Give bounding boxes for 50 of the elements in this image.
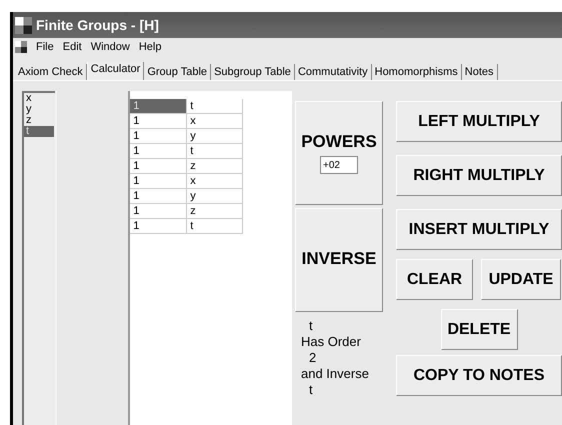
- app-logo-icon: [15, 40, 27, 52]
- list-item[interactable]: z: [24, 115, 54, 126]
- table-cell: 1: [130, 174, 188, 189]
- table-cell: y: [187, 189, 244, 204]
- app-logo-icon: [15, 16, 32, 34]
- tab[interactable]: Calculator: [86, 62, 144, 80]
- power-field[interactable]: +02: [320, 156, 358, 174]
- result-text: t: [308, 318, 314, 334]
- insert-multiply-button[interactable]: INSERT MULTIPLY: [396, 209, 562, 250]
- clear-button[interactable]: CLEAR: [396, 259, 473, 300]
- menu-item[interactable]: Edit: [62, 40, 82, 52]
- copy-to-notes-button[interactable]: COPY TO NOTES: [396, 355, 562, 396]
- delete-button[interactable]: DELETE: [440, 309, 518, 350]
- inverse-button[interactable]: INVERSE: [295, 208, 383, 312]
- list-item[interactable]: y: [24, 104, 54, 115]
- table-cell: x: [187, 114, 244, 129]
- window-title: Finite Groups - [H]: [36, 17, 159, 33]
- table-cell: z: [187, 204, 244, 219]
- list-item[interactable]: t: [24, 126, 54, 137]
- table-cell: 1: [130, 159, 188, 174]
- result-text: Has Order: [301, 334, 362, 350]
- table-cell: 1: [130, 219, 188, 234]
- right-multiply-button[interactable]: RIGHT MULTIPLY: [396, 155, 562, 196]
- tab[interactable]: Homomorphisms: [372, 64, 462, 80]
- tab[interactable]: Subgroup Table: [211, 64, 295, 80]
- result-text: 2: [308, 350, 318, 366]
- table-cell: 1: [130, 129, 188, 144]
- table-cell: 1: [130, 99, 188, 114]
- table-cell: x: [187, 174, 244, 189]
- table-cell: t: [187, 219, 244, 234]
- result-text: and Inverse: [301, 366, 370, 382]
- result-text: t: [308, 382, 314, 398]
- menu-item[interactable]: Window: [90, 40, 130, 52]
- powers-button[interactable]: POWERS +02: [295, 101, 383, 205]
- list-item[interactable]: x: [24, 93, 54, 104]
- table-cell: 1: [130, 189, 188, 204]
- update-button[interactable]: UPDATE: [481, 259, 561, 300]
- menu-item[interactable]: File: [36, 40, 54, 52]
- table-cell: t: [187, 144, 244, 159]
- table-cell: y: [187, 129, 244, 144]
- tab[interactable]: Notes: [462, 64, 498, 80]
- tab[interactable]: Commutativity: [294, 64, 372, 80]
- table-cell: 1: [130, 114, 188, 129]
- tab[interactable]: Group Table: [144, 64, 212, 80]
- table-cell: 1: [130, 204, 188, 219]
- table-cell: z: [187, 159, 244, 174]
- table-cell: t: [187, 99, 244, 114]
- table-cell: 1: [130, 144, 188, 159]
- menu-item[interactable]: Help: [138, 40, 162, 52]
- left-multiply-button[interactable]: LEFT MULTIPLY: [396, 101, 562, 142]
